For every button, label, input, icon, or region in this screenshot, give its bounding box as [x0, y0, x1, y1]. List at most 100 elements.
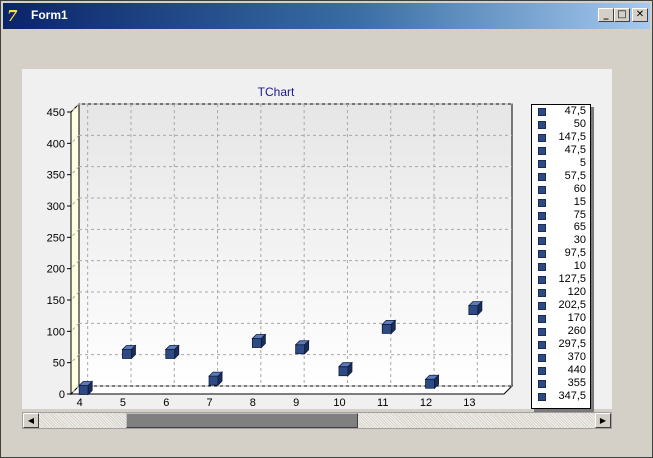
scroll-right-button[interactable]: ▶	[595, 413, 611, 428]
legend-item: 147,5	[532, 131, 590, 144]
x-tick-label: 8	[250, 397, 256, 409]
legend-swatch	[538, 108, 546, 116]
bar-4	[78, 380, 94, 396]
legend-swatch	[538, 379, 546, 388]
bar-13	[467, 300, 483, 316]
legend-item: 5	[532, 157, 590, 170]
legend-swatch	[538, 185, 546, 194]
legend-item: 202,5	[532, 299, 590, 312]
legend-item: 10	[532, 260, 590, 273]
legend-label: 260	[567, 324, 586, 337]
legend-label: 127,5	[558, 273, 586, 286]
bar-front-face	[295, 344, 306, 355]
bar-10	[337, 361, 353, 377]
legend-label: 10	[573, 260, 586, 273]
legend-swatch	[538, 198, 546, 207]
legend-item: 47,5	[532, 105, 590, 118]
legend-swatch	[538, 340, 546, 349]
legend-swatch	[538, 250, 546, 259]
y-tick-label: 100	[47, 326, 65, 338]
horizontal-scrollbar[interactable]: ◀ ▶	[22, 412, 612, 429]
bar-front-face	[425, 378, 435, 389]
x-tick-label: 6	[163, 397, 169, 409]
legend-item: 120	[532, 286, 590, 299]
legend-item: 347,5	[532, 390, 590, 403]
x-tick-label: 11	[377, 397, 388, 409]
legend-label: 440	[567, 363, 586, 376]
legend-label: 30	[573, 234, 586, 247]
legend-label: 65	[573, 221, 586, 234]
chart-floor	[69, 385, 514, 395]
legend-item: 57,5	[532, 170, 590, 183]
legend-swatch	[538, 237, 546, 246]
x-tick-label: 9	[293, 397, 299, 409]
y-axis-ticks: 0 50 100 150 200 250 300 350 400 450	[47, 107, 71, 401]
x-tick-label: 7	[206, 397, 212, 409]
bar-9	[294, 339, 310, 355]
legend-swatch	[538, 172, 546, 181]
legend-label: 202,5	[558, 299, 586, 312]
legend-item: 127,5	[532, 273, 590, 286]
legend-label: 47,5	[564, 105, 586, 117]
chart-legend: 47,5 50 147,5 47,5 5 57,5 60 15 75 65 30 97,5 10 127,…	[531, 104, 591, 409]
chart-left-wall	[70, 102, 80, 396]
bar-front-face	[381, 323, 392, 334]
chart-canvas: 0 50 100 150 200 250 300 350 400 450 4 5 6 7 8 9 10 11 12…	[47, 85, 514, 409]
x-tick-label: 12	[420, 397, 432, 409]
legend-swatch	[538, 302, 546, 311]
chart-panel: 0 50 100 150 200 250 300 350 400 450 4 5 6 7 8 9 10 11 12…	[22, 69, 612, 409]
legend-swatch	[538, 315, 546, 323]
chart-back-wall	[78, 103, 513, 387]
legend-label: 170	[567, 312, 586, 324]
legend-swatch	[538, 133, 546, 142]
bar-7	[208, 371, 224, 387]
legend-label: 355	[567, 376, 586, 389]
legend-swatch	[538, 120, 546, 129]
x-tick-label: 4	[77, 397, 83, 409]
x-tick-label: 10	[333, 397, 345, 409]
window-title: Form1	[31, 8, 68, 22]
close-button[interactable]: ✕	[632, 8, 648, 22]
legend-swatch	[538, 224, 546, 233]
legend-label: 370	[567, 350, 586, 363]
legend-item: 297,5	[532, 338, 590, 351]
legend-label: 120	[567, 286, 586, 299]
legend-item: 97,5	[532, 247, 590, 260]
legend-swatch	[538, 289, 546, 298]
bar-front-face	[208, 375, 219, 386]
y-tick-label: 400	[47, 138, 65, 150]
legend-label: 57,5	[564, 169, 586, 182]
legend-label: 60	[573, 182, 586, 195]
legend-label: 15	[573, 195, 586, 208]
bar-front-face	[338, 366, 349, 377]
legend-swatch	[538, 159, 546, 168]
legend-item: 65	[532, 221, 590, 234]
x-axis-ticks: 4 5 6 7 8 9 10 11 12 13	[77, 397, 476, 409]
title-bar[interactable]: 7 Form1 _ □ ✕	[3, 3, 650, 29]
scroll-left-button[interactable]: ◀	[23, 413, 39, 428]
legend-item: 260	[532, 325, 590, 338]
minimize-button[interactable]: _	[598, 8, 614, 22]
legend-swatch	[538, 366, 546, 375]
maximize-button[interactable]: □	[614, 8, 630, 22]
y-tick-label: 450	[47, 107, 65, 119]
legend-label: 297,5	[558, 337, 586, 350]
bar-6	[164, 344, 180, 360]
legend-swatch	[538, 211, 546, 220]
legend-swatch	[538, 353, 546, 362]
legend-item: 355	[532, 377, 590, 390]
legend-label: 147,5	[558, 130, 586, 143]
legend-label: 47,5	[564, 143, 586, 156]
bar-front-face	[165, 349, 176, 359]
y-tick-label: 200	[47, 264, 65, 276]
bar-12	[424, 374, 440, 390]
legend-swatch	[538, 276, 546, 285]
x-tick-label: 13	[463, 397, 475, 409]
delphi-app-icon[interactable]: 7	[7, 7, 25, 25]
legend-label: 75	[573, 208, 586, 221]
legend-swatch	[538, 327, 546, 336]
y-tick-label: 350	[47, 170, 65, 182]
scroll-thumb[interactable]	[126, 413, 358, 428]
y-tick-label: 50	[53, 358, 65, 370]
legend-label: 347,5	[558, 389, 586, 402]
